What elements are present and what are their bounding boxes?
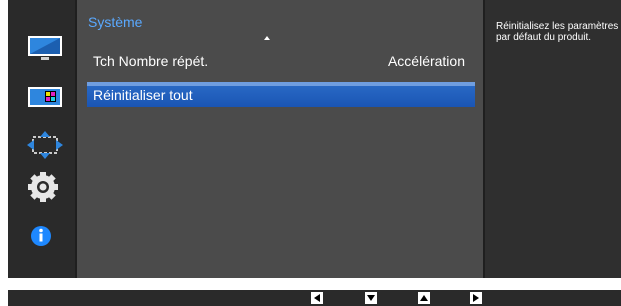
menu-item-reset-all[interactable]: Réinitialiser tout [87, 82, 475, 107]
menu-item-repeat-rate[interactable]: Tch Nombre répét. Accélération [87, 50, 475, 74]
down-arrow-icon[interactable] [365, 292, 377, 304]
help-panel: Réinitialisez les paramètres par défaut … [485, 0, 621, 278]
size-position-icon[interactable] [27, 131, 67, 163]
color-icon[interactable] [27, 82, 67, 114]
right-arrow-icon[interactable] [470, 292, 482, 304]
menu-title: Système [88, 14, 143, 30]
menu-item-label: Tch Nombre répét. [93, 53, 209, 69]
help-text: Réinitialisez les paramètres par défaut … [496, 21, 619, 43]
information-icon[interactable] [27, 222, 67, 254]
navigation-bar [8, 290, 621, 306]
menu-item-value: Accélération [387, 53, 465, 69]
menu-panel: Système Tch Nombre répét. Accélération R… [77, 0, 483, 278]
menu-item-label: Réinitialiser tout [93, 87, 193, 103]
sidebar [8, 0, 75, 278]
up-arrow-icon[interactable] [418, 292, 430, 304]
scroll-up-indicator-icon [264, 36, 270, 40]
left-arrow-icon[interactable] [311, 292, 323, 304]
system-gear-icon[interactable] [27, 172, 67, 204]
picture-icon[interactable] [27, 32, 67, 64]
